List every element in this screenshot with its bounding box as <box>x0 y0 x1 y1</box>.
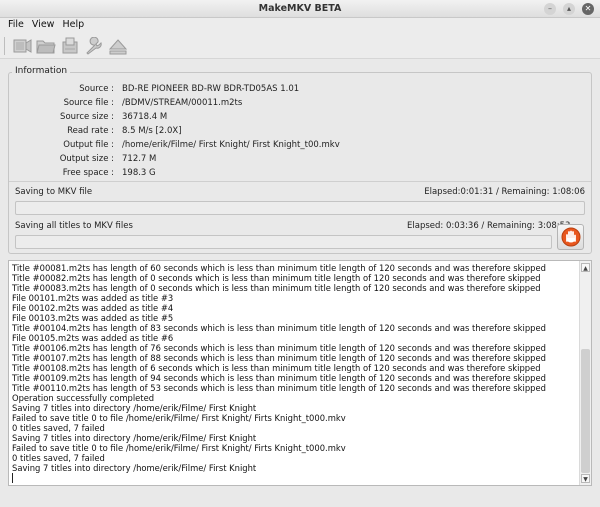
stop-button[interactable] <box>557 224 584 250</box>
close-button[interactable]: ✕ <box>582 3 594 15</box>
info-row-output-file: Output file : /home/erik/Filme/ First Kn… <box>10 140 340 152</box>
free-space-label: Free space : <box>62 168 114 178</box>
log-line: File 00105.m2ts was added as title #6 <box>12 333 174 343</box>
output-file-label: Output file : <box>63 140 114 150</box>
current-progress-bar <box>15 201 585 215</box>
info-row-source: Source : BD-RE PIONEER BD-RW BDR-TD05AS … <box>10 84 299 96</box>
total-progress-time: Elapsed: 0:03:36 / Remaining: 3:08:53 <box>407 221 571 231</box>
text-cursor <box>12 473 13 483</box>
log-line: Title #00081.m2ts has length of 60 secon… <box>12 263 546 273</box>
open-disc-icon <box>13 38 32 53</box>
log-line: Failed to save title 0 to file /home/eri… <box>12 443 346 453</box>
total-progress-label: Saving all titles to MKV files <box>15 221 133 231</box>
information-group-title: Information <box>12 66 71 76</box>
scroll-up-arrow[interactable]: ▲ <box>581 263 590 272</box>
log-line: Saving 7 titles into directory /home/eri… <box>12 403 257 413</box>
log-line: Title #00104.m2ts has length of 83 secon… <box>12 323 546 333</box>
total-progress-bar <box>15 235 552 249</box>
output-size-value: 712.7 M <box>122 154 157 164</box>
log-lines: Title #00081.m2ts has length of 60 secon… <box>12 263 577 483</box>
source-label: Source : <box>79 84 114 94</box>
current-progress-time: Elapsed:0:01:31 / Remaining: 1:08:06 <box>424 187 585 197</box>
info-row-read-rate: Read rate : 8.5 M/s [2.0X] <box>10 126 182 138</box>
output-file-value: /home/erik/Filme/ First Knight/ First Kn… <box>122 140 340 150</box>
scroll-thumb[interactable] <box>581 349 590 473</box>
read-rate-value: 8.5 M/s [2.0X] <box>122 126 182 136</box>
menu-view[interactable]: View <box>30 18 61 33</box>
info-divider <box>9 181 591 182</box>
log-line: Title #00083.m2ts has length of 0 second… <box>12 283 541 293</box>
info-row-source-file: Source file : /BDMV/STREAM/00011.m2ts <box>10 98 243 110</box>
log-line: Saving 7 titles into directory /home/eri… <box>12 433 257 443</box>
free-space-value: 198.3 G <box>122 168 156 178</box>
menu-help[interactable]: Help <box>60 18 90 33</box>
stop-hand-icon <box>561 227 580 247</box>
open-disc-button[interactable] <box>11 35 33 57</box>
source-size-value: 36718.4 M <box>122 112 168 122</box>
log-line: 0 titles saved, 7 failed <box>12 453 105 463</box>
backup-icon <box>62 37 78 53</box>
eject-button[interactable] <box>107 35 129 57</box>
window-title: MakeMKV BETA <box>258 3 342 14</box>
output-size-label: Output size : <box>59 154 114 164</box>
log-line: File 00101.m2ts was added as title #3 <box>12 293 174 303</box>
open-files-button[interactable] <box>35 35 57 57</box>
log-scrollbar[interactable]: ▲ ▼ <box>579 261 591 485</box>
log-line: Operation successfully completed <box>12 393 155 403</box>
info-row-source-size: Source size : 36718.4 M <box>10 112 167 124</box>
read-rate-label: Read rate : <box>67 126 114 136</box>
scroll-down-arrow[interactable]: ▼ <box>581 474 590 483</box>
menu-bar: File View Help <box>0 18 600 33</box>
toolbar <box>0 33 600 59</box>
log-line: 0 titles saved, 7 failed <box>12 423 105 433</box>
source-file-label: Source file : <box>63 98 114 108</box>
toolbar-separator <box>4 36 5 55</box>
info-row-free-space: Free space : 198.3 G <box>10 168 156 180</box>
log-line: Failed to save title 0 to file /home/eri… <box>12 413 346 423</box>
minimize-button[interactable]: – <box>544 3 556 15</box>
maximize-button[interactable]: ▴ <box>563 3 575 15</box>
backup-button[interactable] <box>59 35 81 57</box>
source-size-label: Source size : <box>60 112 114 122</box>
log-line: File 00102.m2ts was added as title #4 <box>12 303 174 313</box>
menu-file[interactable]: File <box>6 18 30 33</box>
log-line: File 00103.m2ts was added as title #5 <box>12 313 174 323</box>
log-line: Title #00082.m2ts has length of 0 second… <box>12 273 541 283</box>
settings-wrench-icon <box>86 36 102 55</box>
source-value: BD-RE PIONEER BD-RW BDR-TD05AS 1.01 <box>122 84 300 94</box>
log-line: Title #00107.m2ts has length of 88 secon… <box>12 353 546 363</box>
source-file-value: /BDMV/STREAM/00011.m2ts <box>122 98 243 108</box>
eject-icon <box>108 38 128 54</box>
open-files-icon <box>36 40 56 53</box>
log-line: Title #00110.m2ts has length of 53 secon… <box>12 383 546 393</box>
current-progress-label: Saving to MKV file <box>15 187 93 197</box>
title-bar: MakeMKV BETA – ▴ ✕ <box>0 0 600 18</box>
log-line: Title #00109.m2ts has length of 94 secon… <box>12 373 546 383</box>
log-line: Title #00106.m2ts has length of 76 secon… <box>12 343 546 353</box>
info-row-output-size: Output size : 712.7 M <box>10 154 157 166</box>
settings-button[interactable] <box>83 35 105 57</box>
window-controls: – ▴ ✕ <box>544 3 594 15</box>
log-textarea[interactable]: Title #00081.m2ts has length of 60 secon… <box>8 260 592 486</box>
log-line: Saving 7 titles into directory /home/eri… <box>12 463 257 473</box>
log-line: Title #00108.m2ts has length of 6 second… <box>12 363 541 373</box>
